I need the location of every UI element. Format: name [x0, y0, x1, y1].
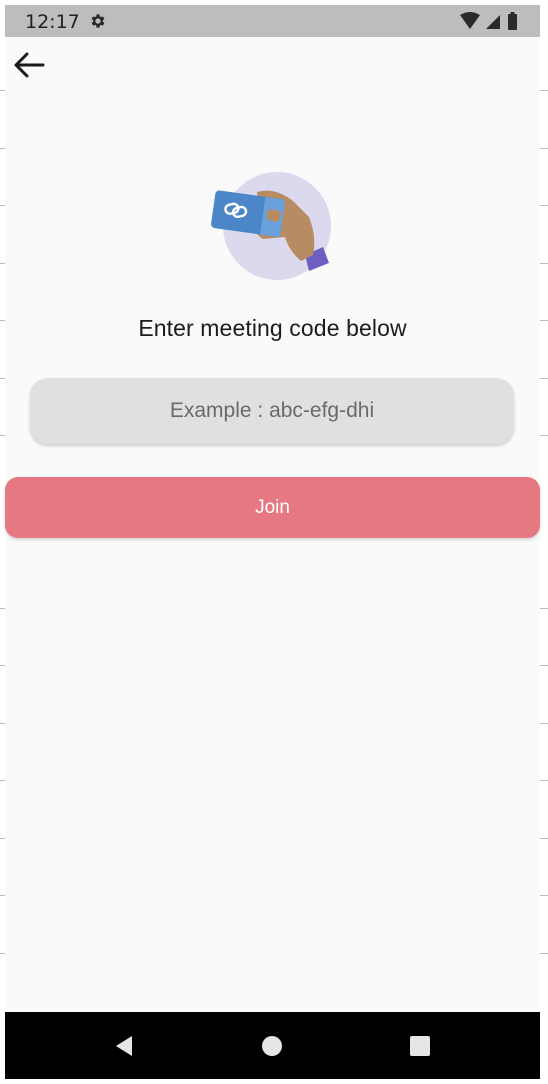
battery-icon — [508, 14, 517, 30]
page-title: Enter meeting code below — [138, 315, 407, 341]
hand-holding-link-card-illustration — [211, 172, 331, 280]
join-button[interactable]: Join — [5, 477, 540, 538]
app-content: Enter meeting code below Join — [5, 37, 540, 1012]
status-icons — [460, 12, 517, 30]
status-bar: 12:17 — [5, 5, 540, 37]
nav-recents-icon[interactable] — [407, 1033, 433, 1059]
navigation-bar — [5, 1012, 540, 1079]
arrow-back-icon[interactable] — [11, 47, 47, 83]
status-time: 12:17 — [25, 11, 80, 33]
nav-back-icon[interactable] — [111, 1033, 137, 1059]
gear-icon — [91, 14, 105, 28]
meeting-code-input[interactable] — [30, 378, 514, 444]
nav-home-icon[interactable] — [259, 1033, 285, 1059]
screen: 12:17 Enter meeting code below Example:… — [0, 0, 548, 1084]
wifi-icon — [460, 12, 480, 29]
